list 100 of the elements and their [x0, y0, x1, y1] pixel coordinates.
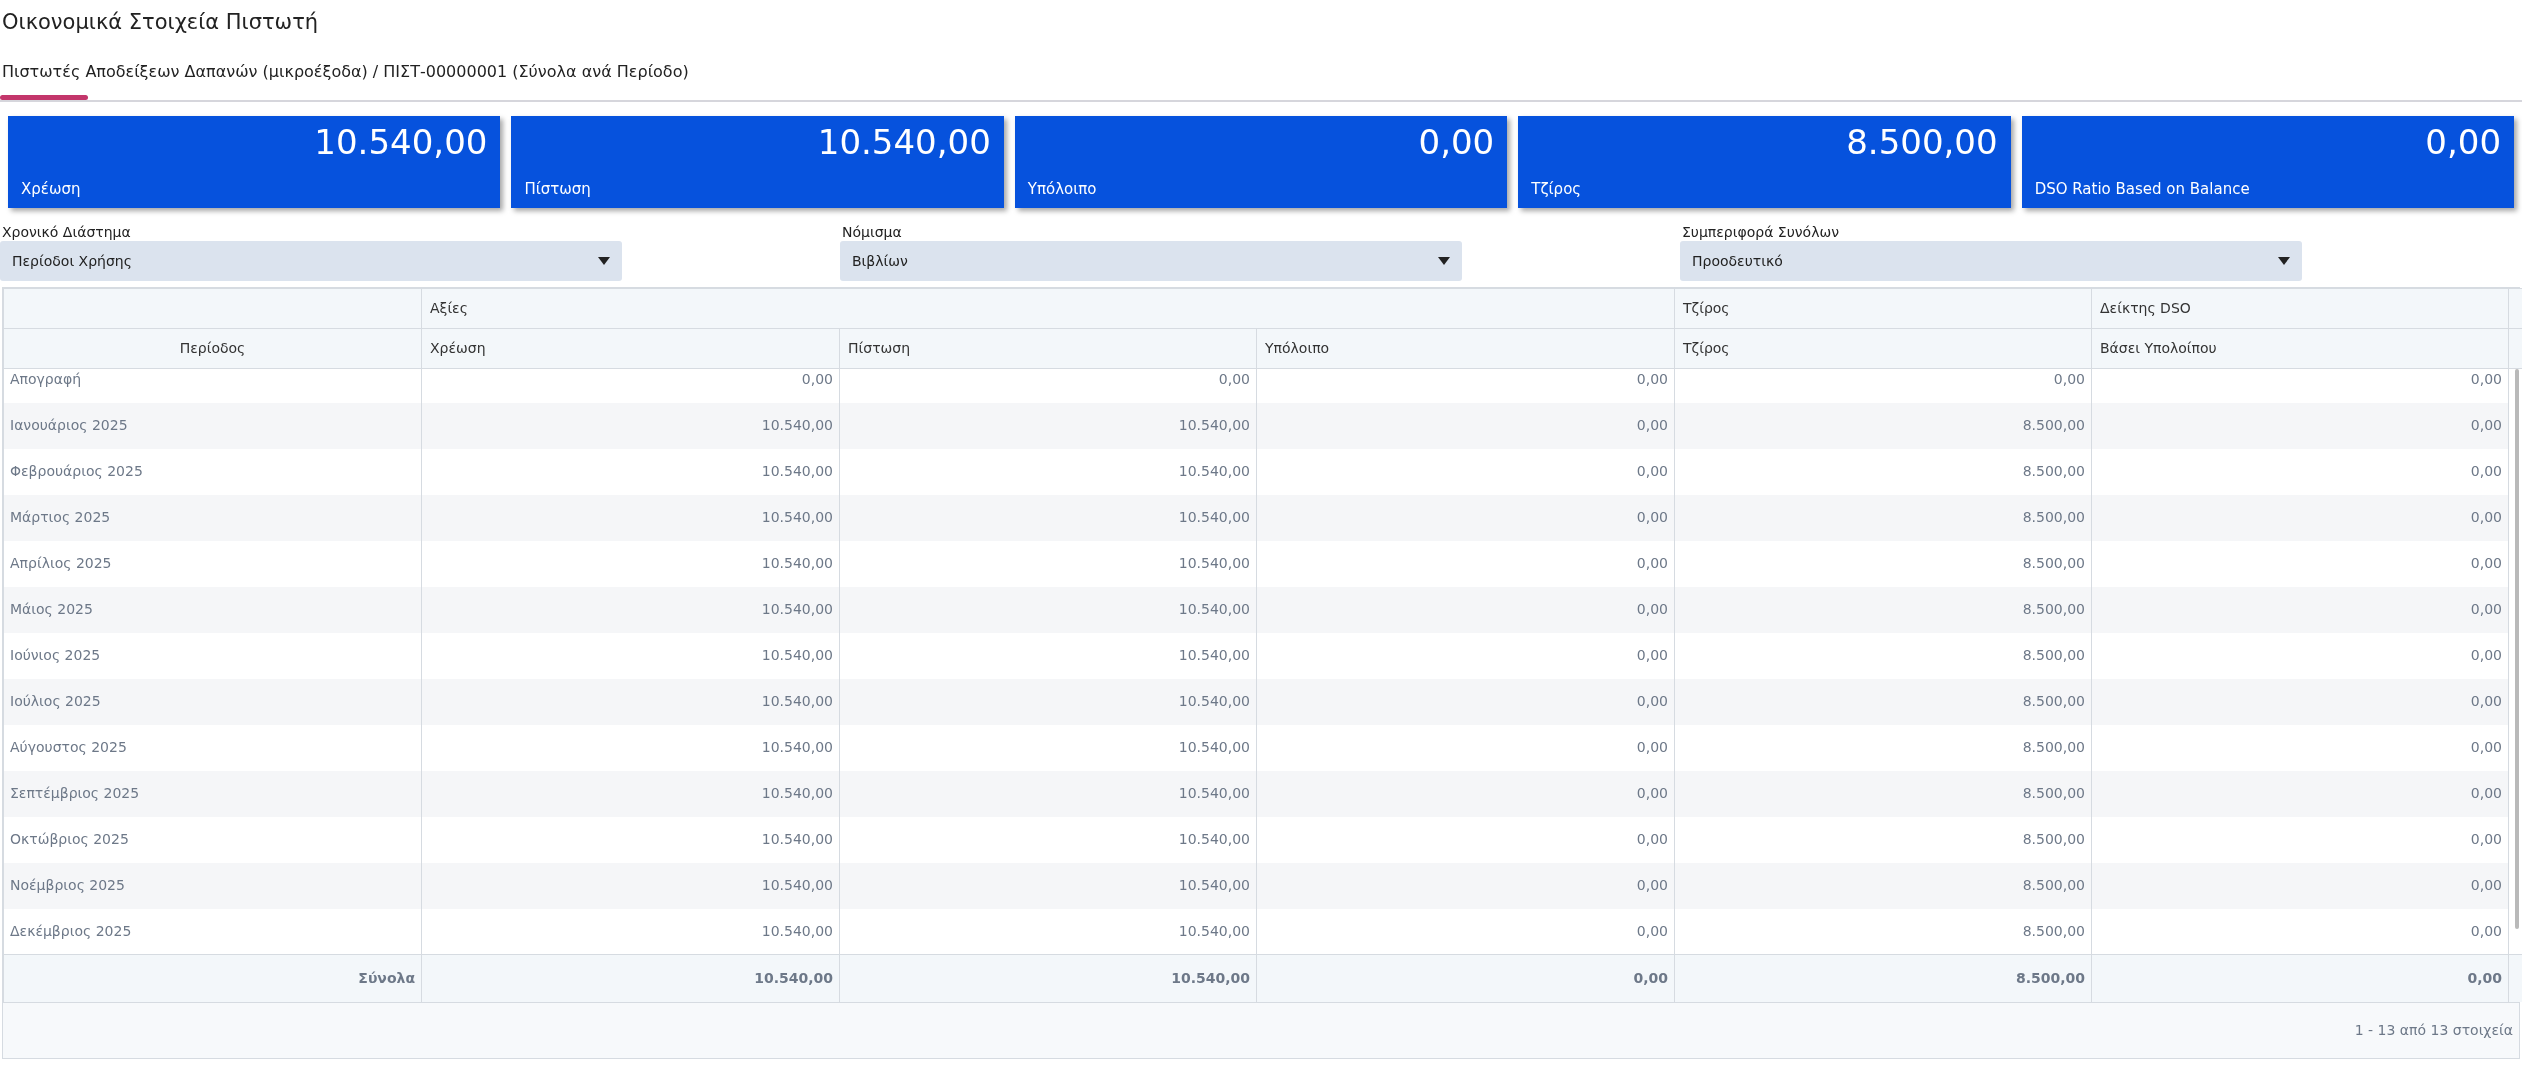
table-cell: 10.540,00	[421, 770, 840, 817]
table-cell: 8.500,00	[1674, 586, 2092, 633]
table-cell: 0,00	[2091, 724, 2509, 771]
table-cell: 0,00	[1256, 402, 1675, 449]
totals-label: Σύνολα	[3, 954, 422, 1002]
table-cell: 8.500,00	[1674, 862, 2092, 909]
total-cell: 0,00	[2091, 954, 2509, 1002]
stat-label: Τζίρος	[1531, 178, 1583, 200]
table-cell: 10.540,00	[421, 632, 840, 679]
table-cell: 10.540,00	[839, 540, 1257, 587]
table-cell: 0,00	[1256, 448, 1675, 495]
table-cell: 10.540,00	[421, 724, 840, 771]
table-cell: 10.540,00	[421, 540, 840, 587]
field-label: Νόμισμα	[841, 223, 903, 241]
table-cell: 10.540,00	[839, 724, 1257, 771]
table-cell: Ιανουάριος 2025	[3, 402, 422, 449]
table-cell: 8.500,00	[1674, 494, 2092, 541]
table-cell: 10.540,00	[839, 402, 1257, 449]
pager-info: 1 - 13 από 13 στοιχεία	[2354, 1020, 2513, 1040]
table-cell: 10.540,00	[839, 770, 1257, 817]
table-cell: 0,00	[2091, 862, 2509, 909]
table-cell: Ιούνιος 2025	[3, 632, 422, 679]
table-cell: 10.540,00	[421, 494, 840, 541]
table-cell: 0,00	[1256, 494, 1675, 541]
table-cell: 0,00	[2091, 816, 2509, 863]
table-cell: 0,00	[1256, 724, 1675, 771]
table-cell: 10.540,00	[839, 448, 1257, 495]
dropdown-field[interactable]: Περίοδοι Χρήσης	[0, 241, 622, 281]
table-cell: 8.500,00	[1674, 540, 2092, 587]
table-cell: 0,00	[2091, 402, 2509, 449]
stat-label: Υπόλοιπο	[1027, 178, 1098, 200]
table-cell: Μάιος 2025	[3, 586, 422, 633]
table-cell: 10.540,00	[421, 586, 840, 633]
table-cell: 0,00	[1256, 586, 1675, 633]
total-cell: 10.540,00	[839, 954, 1257, 1002]
table-cell: 0,00	[2091, 770, 2509, 817]
table-cell: Ιούλιος 2025	[3, 678, 422, 725]
caret-icon	[1438, 257, 1450, 265]
column-header[interactable]: Υπόλοιπο	[1256, 328, 1675, 369]
stat-value: 10.540,00	[816, 124, 991, 162]
table-cell: 0,00	[1256, 540, 1675, 587]
column-header[interactable]: Τζίρος	[1674, 328, 2092, 369]
table-cell: 0,00	[2091, 632, 2509, 679]
table-cell: 0,00	[2091, 678, 2509, 725]
column-header[interactable]: Βάσει Υπολοίπου	[2091, 328, 2509, 369]
scrollbar-thumb[interactable]	[2515, 369, 2519, 929]
table-cell: 0,00	[1256, 632, 1675, 679]
stat-label: DSO Ratio Based on Balance	[2034, 178, 2251, 200]
table-cell: 0,00	[839, 368, 1257, 403]
table-cell: 10.540,00	[839, 816, 1257, 863]
table-cell: 10.540,00	[421, 678, 840, 725]
table-cell: 0,00	[1256, 862, 1675, 909]
stat-value: 8.500,00	[1845, 124, 1998, 162]
table-cell: 0,00	[1674, 368, 2092, 403]
column-group-header: Δείκτης DSO	[2091, 288, 2509, 329]
table-cell: 10.540,00	[839, 632, 1257, 679]
field-label: Χρονικό Διάστημα	[1, 223, 132, 241]
table-cell: Αύγουστος 2025	[3, 724, 422, 771]
table-cell: 10.540,00	[421, 402, 840, 449]
column-header[interactable]: Χρέωση	[421, 328, 840, 369]
table-cell: 8.500,00	[1674, 816, 2092, 863]
table-cell: 0,00	[1256, 368, 1675, 403]
table-cell: 0,00	[2091, 368, 2509, 403]
caret-icon	[2278, 257, 2290, 265]
table-cell: 8.500,00	[1674, 724, 2092, 771]
table-cell: 10.540,00	[839, 494, 1257, 541]
table-cell: 10.540,00	[839, 586, 1257, 633]
table-cell: 8.500,00	[1674, 402, 2092, 449]
stat-label: Πίστωση	[524, 178, 592, 200]
total-cell: 10.540,00	[421, 954, 840, 1002]
dropdown-field[interactable]: Βιβλίων	[840, 241, 1462, 281]
table-cell: 0,00	[2091, 586, 2509, 633]
table-cell: Μάρτιος 2025	[3, 494, 422, 541]
table-cell: 0,00	[2091, 540, 2509, 587]
table-cell: 0,00	[2091, 494, 2509, 541]
table-cell: 8.500,00	[1674, 770, 2092, 817]
table-cell: Απογραφή	[3, 368, 422, 403]
column-header[interactable]: Πίστωση	[839, 328, 1257, 369]
table-cell: 0,00	[1256, 678, 1675, 725]
table-cell: Νοέμβριος 2025	[3, 862, 422, 909]
stat-value: 10.540,00	[313, 124, 488, 162]
table-cell: 10.540,00	[421, 816, 840, 863]
total-cell: 8.500,00	[1674, 954, 2092, 1002]
table-cell: 8.500,00	[1674, 632, 2092, 679]
column-header[interactable]: Περίοδος	[3, 328, 422, 369]
page-title: Οικονομικά Στοιχεία Πιστωτή	[1, 9, 320, 36]
table-cell: Φεβρουάριος 2025	[3, 448, 422, 495]
caret-icon	[598, 257, 610, 265]
field-label: Συμπεριφορά Συνόλων	[1681, 223, 1840, 241]
table-cell: 10.540,00	[421, 862, 840, 909]
table-cell: 10.540,00	[839, 678, 1257, 725]
stat-label: Χρέωση	[21, 178, 82, 200]
dropdown-field[interactable]: Προοδευτικό	[1680, 241, 2302, 281]
table-cell: 0,00	[2091, 448, 2509, 495]
table-cell: 0,00	[1256, 770, 1675, 817]
table-cell: 8.500,00	[1674, 448, 2092, 495]
table-cell: 0,00	[1256, 816, 1675, 863]
column-group-header: Αξίες	[421, 288, 1675, 329]
table-cell: 10.540,00	[839, 862, 1257, 909]
table-cell: Σεπτέμβριος 2025	[3, 770, 422, 817]
